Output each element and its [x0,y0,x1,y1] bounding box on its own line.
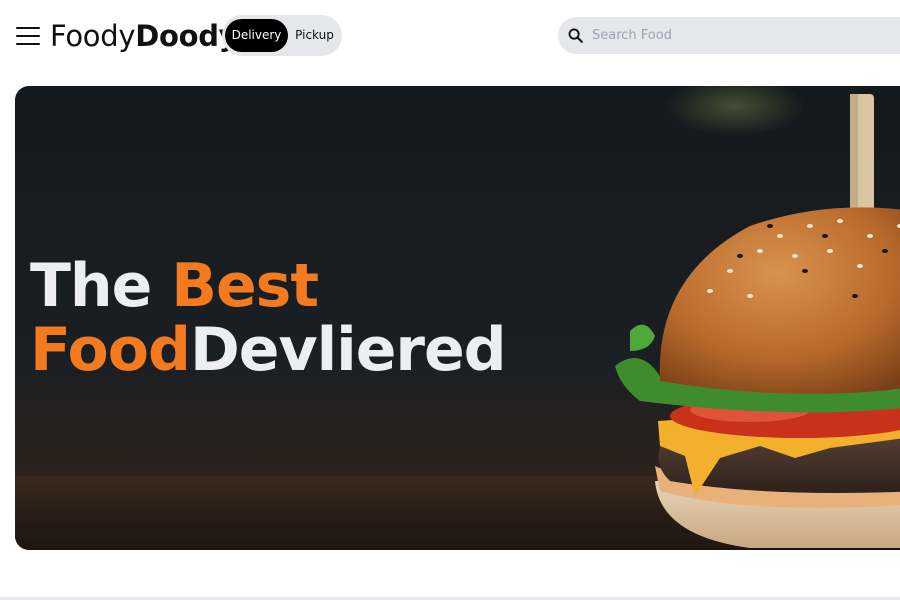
headline-line-1: The Best [30,254,506,318]
search-icon[interactable] [567,27,584,44]
delivery-option-button[interactable]: Delivery [225,19,288,52]
headline-the: The [30,251,172,321]
top-navigation-bar: FoodyDoody Delivery Pickup [0,0,900,72]
hero-banner: The Best FoodDevliered [15,86,900,550]
brand-logo[interactable]: FoodyDoody [50,18,238,54]
burger-image [615,94,900,548]
pickup-option-button[interactable]: Pickup [290,19,339,52]
delivery-pickup-toggle: Delivery Pickup [222,15,342,56]
headline-delivered: Devliered [189,315,507,385]
headline-line-2: FoodDevliered [30,315,507,385]
search-input[interactable] [592,17,892,54]
hamburger-menu-icon[interactable] [16,25,40,47]
headline-best: Best [171,251,319,321]
logo-text-light: Foody [50,19,136,53]
search-bar [558,17,900,54]
headline-food: Food [30,315,191,385]
hero-headline: The Best FoodDevliered [30,254,507,385]
